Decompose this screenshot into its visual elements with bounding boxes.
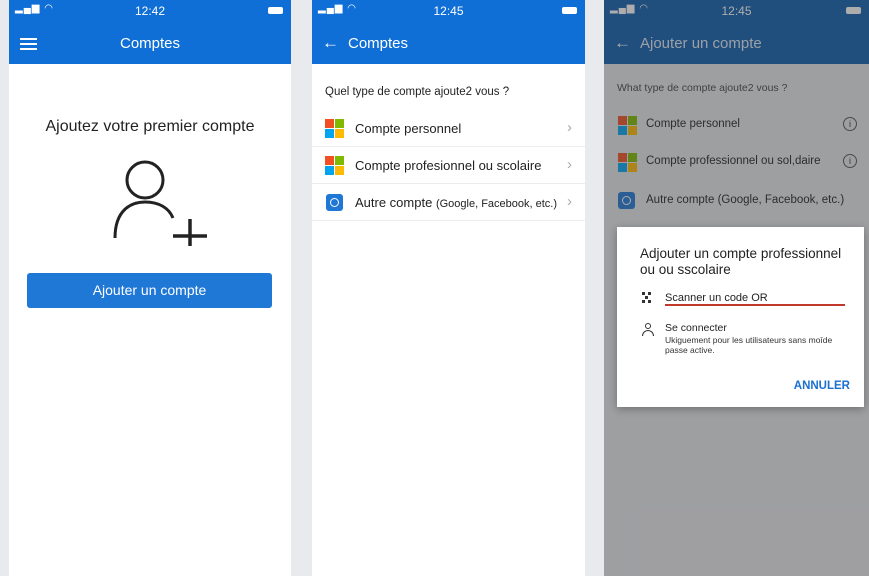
app-bar: ▂▄▆ ◠ 12:45 ← Comptes: [312, 0, 585, 64]
qr-code-icon: [642, 292, 652, 305]
screen-accounts-empty: ▂▄▆ ◠ 12:42 Comptes Ajoutez votre premie…: [9, 0, 291, 576]
add-work-account-dialog: Adjouter un compte professionnel ou ou s…: [617, 227, 864, 407]
chevron-right-icon: ›: [567, 193, 572, 210]
option-label: Autre compte (Google, Facebook, etc.): [355, 195, 558, 210]
status-time: 12:45: [433, 4, 464, 18]
cancel-button[interactable]: ANNULER: [794, 380, 850, 392]
person-icon: [642, 323, 654, 336]
sign-in-description: Ukiguement pour les utilisateurs sans mo…: [665, 335, 833, 355]
screen-add-work-account-dialog: ▂▄▆ ◠ 12:45 ← Ajouter un compte What typ…: [604, 0, 869, 576]
chevron-right-icon: ›: [567, 119, 572, 136]
option-other-account[interactable]: Autre compte (Google, Facebook, etc.) ›: [312, 184, 585, 221]
scan-option-underline: [665, 304, 845, 306]
chevron-right-icon: ›: [567, 156, 572, 173]
battery-icon: [268, 7, 283, 14]
screen-account-type: ▂▄▆ ◠ 12:45 ← Comptes Quel type de compt…: [312, 0, 585, 576]
dialog-title: Adjouter un compte professionnel ou ou s…: [640, 246, 842, 277]
app-bar: ▂▄▆ ◠ 12:42 Comptes: [9, 0, 291, 64]
account-type-question: Quel type de compte ajoute2 vous ?: [325, 86, 510, 98]
microsoft-logo-icon: [325, 156, 344, 175]
empty-state-heading: Ajoutez votre premier compte: [45, 118, 255, 135]
add-user-icon: [113, 160, 207, 246]
battery-icon: [562, 7, 577, 14]
option-work-school-account[interactable]: Compte profesionnel ou scolaire ›: [312, 147, 585, 184]
account-icon: [326, 194, 343, 211]
scan-qr-code-option[interactable]: Scanner un code OR: [665, 292, 768, 304]
option-label: Compte personnel: [355, 121, 462, 136]
status-time: 12:42: [134, 4, 166, 18]
microsoft-logo-icon: [325, 119, 344, 138]
sign-in-option[interactable]: Se connecter: [665, 322, 727, 334]
status-bar: ▂▄▆ ◠ 12:42: [9, 0, 291, 22]
option-personal-account[interactable]: Compte personnel ›: [312, 110, 585, 147]
option-label: Compte profesionnel ou scolaire: [355, 158, 542, 173]
app-title: Comptes: [348, 35, 409, 52]
app-title: Comptes: [119, 35, 181, 52]
status-bar: ▂▄▆ ◠ 12:45: [312, 0, 585, 22]
back-arrow-icon[interactable]: ←: [322, 33, 339, 53]
add-account-button[interactable]: Ajouter un compte: [27, 273, 272, 308]
